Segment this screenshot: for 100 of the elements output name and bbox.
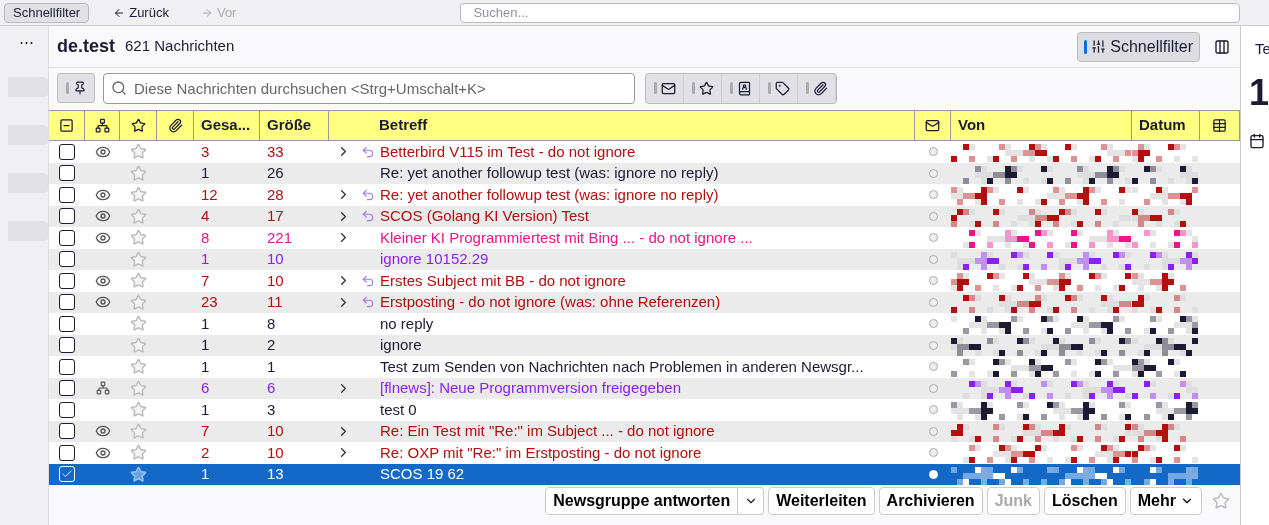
checkbox[interactable] xyxy=(59,165,75,182)
message-count: 8 xyxy=(201,227,210,248)
message-count: 4 xyxy=(201,206,210,226)
action-button[interactable]: Newsgruppe antworten xyxy=(545,487,739,515)
message-count: 621 Nachrichten xyxy=(125,36,235,57)
message-subject: SCOS (Golang KI Version) Test xyxy=(379,206,589,226)
message-size: 3 xyxy=(267,399,276,420)
message-count: 1 xyxy=(201,399,210,420)
filter-search-field[interactable]: Diese Nachrichten durchsuchen <Strg+Umschalt+K> xyxy=(103,72,635,104)
tag-icon xyxy=(774,80,790,96)
message-subject: Re: yet another followup test (was: ignore no reply) xyxy=(379,184,719,205)
column-header[interactable]: Größe xyxy=(260,111,329,140)
star-icon[interactable] xyxy=(130,336,147,354)
attachment-icon xyxy=(812,80,828,96)
message-count: 3 xyxy=(201,141,210,162)
checkbox[interactable] xyxy=(59,315,75,332)
checkbox[interactable] xyxy=(59,229,75,246)
message-count: 7 xyxy=(201,270,210,291)
checkbox[interactable] xyxy=(59,186,75,203)
message-subject: [flnews]: Neue Programmversion freigegeben xyxy=(379,378,681,398)
toolbar-button[interactable]: Schnellfilter xyxy=(4,2,90,23)
message-size: 26 xyxy=(267,163,284,183)
layout-icon[interactable] xyxy=(1214,38,1230,55)
action-button[interactable]: Weiterleiten xyxy=(768,487,875,515)
calendar-icon[interactable] xyxy=(1249,132,1265,149)
checkbox[interactable] xyxy=(59,294,75,311)
checkbox[interactable] xyxy=(59,251,75,268)
message-size: 10 xyxy=(267,421,284,441)
message-count: 1 xyxy=(201,464,210,484)
checkbox[interactable] xyxy=(59,444,75,461)
star-icon[interactable] xyxy=(130,444,147,462)
action-button[interactable]: Archivieren xyxy=(878,487,983,515)
message-size: 6 xyxy=(267,378,276,398)
message-size: 1 xyxy=(267,356,276,377)
star-icon[interactable] xyxy=(130,358,147,376)
search-field[interactable]: Suchen... xyxy=(460,2,1241,23)
action-button[interactable]: Mehr xyxy=(1129,487,1202,515)
checkbox[interactable] xyxy=(59,380,75,397)
star-icon[interactable] xyxy=(130,164,147,182)
checkbox[interactable] xyxy=(59,143,75,160)
message-subject: Kleiner KI Programmiertest mit Bing ... - do not ignore ... xyxy=(379,227,753,248)
message-count: 1 xyxy=(201,335,210,355)
star-icon[interactable] xyxy=(130,272,147,290)
message-size: 8 xyxy=(267,313,276,334)
message-count: 7 xyxy=(201,421,210,441)
pin-button[interactable] xyxy=(57,73,95,103)
message-count: 23 xyxy=(201,292,218,312)
quick-filter-button[interactable]: Schnellfilter xyxy=(1077,31,1200,62)
star-column-icon xyxy=(130,118,146,133)
checkbox[interactable] xyxy=(59,208,75,225)
message-subject: ignore xyxy=(379,335,422,355)
action-button[interactable]: Löschen xyxy=(1043,487,1126,515)
more-menu[interactable]: ⋯ xyxy=(19,34,48,49)
checkbox[interactable] xyxy=(59,272,75,289)
message-count: 2 xyxy=(201,442,210,463)
message-subject: no reply xyxy=(379,313,434,334)
star-icon[interactable] xyxy=(130,143,147,161)
thread-icon[interactable] xyxy=(95,381,110,396)
toolbar-button[interactable]: Zurück xyxy=(105,2,177,23)
message-subject: Test zum Senden von Nachrichten nach Problemen in anderen Newsgr... xyxy=(379,356,864,377)
message-subject: Re: Ein Test mit "Re:" im Subject ... - do not ignore xyxy=(379,421,715,441)
message-subject: SCOS 19 62 xyxy=(379,464,465,484)
star-icon[interactable] xyxy=(130,207,147,225)
forward-arrow-icon xyxy=(200,6,213,19)
message-count: 6 xyxy=(201,378,210,398)
thread-column-icon xyxy=(94,118,110,133)
column-header[interactable]: Betreff xyxy=(329,111,915,140)
star-icon[interactable] xyxy=(130,465,147,483)
star-icon[interactable] xyxy=(130,293,147,311)
message-size: 2 xyxy=(267,335,276,355)
star-icon[interactable] xyxy=(130,250,147,268)
column-header[interactable]: Datum xyxy=(1132,111,1200,140)
message-subject: Erstposting - do not ignore (was: ohne Referenzen) xyxy=(379,292,721,312)
checkbox[interactable] xyxy=(59,423,75,440)
checkbox[interactable] xyxy=(59,401,75,418)
message-size: 13 xyxy=(267,464,284,484)
star-icon[interactable] xyxy=(130,379,147,397)
panel-heading: 1 xyxy=(1248,70,1269,111)
message-size: 10 xyxy=(267,270,284,291)
folder-name: de.test xyxy=(57,35,116,58)
checkbox[interactable] xyxy=(59,337,75,354)
star-icon[interactable] xyxy=(130,315,147,333)
star-icon[interactable] xyxy=(130,422,147,440)
starred-icon xyxy=(698,80,714,96)
message-size: 10 xyxy=(267,249,284,269)
star-icon[interactable] xyxy=(1212,492,1230,510)
unread-icon xyxy=(660,80,676,96)
star-icon[interactable] xyxy=(130,186,147,204)
message-count: 1 xyxy=(201,313,210,334)
pin-icon xyxy=(72,81,87,95)
star-icon[interactable] xyxy=(130,229,147,247)
column-header[interactable]: Gesa... xyxy=(194,111,260,140)
select-column-icon xyxy=(59,118,74,133)
checkbox[interactable] xyxy=(59,358,75,375)
message-subject: Re: OXP mit "Re:" im Erstposting - do not ignore xyxy=(379,442,702,463)
message-count: 1 xyxy=(201,249,210,269)
column-header[interactable]: Von xyxy=(951,111,1132,140)
contact-icon xyxy=(736,80,752,96)
search-icon xyxy=(111,79,127,96)
star-icon[interactable] xyxy=(130,401,147,419)
